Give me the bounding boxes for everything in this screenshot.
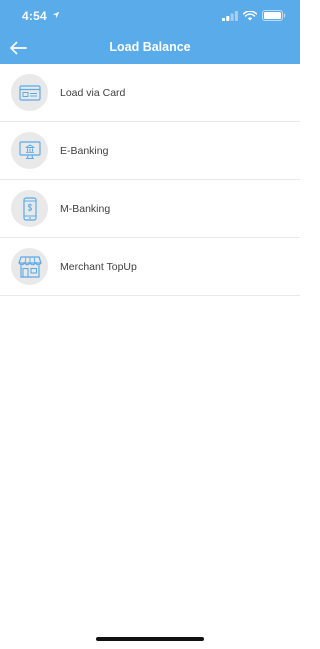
battery-icon: [262, 10, 286, 21]
load-options-list: Load via Card E-Banking M-Banking Mercha…: [0, 64, 300, 296]
status-indicators: [222, 10, 286, 21]
icon-circle: [11, 190, 48, 227]
app-header: 4:54 Load Balance: [0, 0, 300, 64]
storefront-icon: [17, 255, 42, 278]
status-time: 4:54: [22, 9, 47, 23]
icon-circle: [11, 248, 48, 285]
list-item-label: Merchant TopUp: [60, 260, 137, 273]
home-indicator[interactable]: [96, 637, 204, 641]
list-item-label: M-Banking: [60, 202, 111, 215]
list-item-e-banking[interactable]: E-Banking: [0, 122, 300, 180]
list-item-load-via-card[interactable]: Load via Card: [0, 64, 300, 122]
list-item-label: Load via Card: [60, 86, 126, 99]
computer-bank-icon: [18, 140, 41, 159]
credit-card-icon: [18, 84, 41, 101]
list-item-label: E-Banking: [60, 144, 109, 157]
location-arrow-icon: [52, 11, 60, 19]
list-item-m-banking[interactable]: M-Banking: [0, 180, 300, 238]
list-item-merchant-topup[interactable]: Merchant TopUp: [0, 238, 300, 296]
cellular-signal-icon: [222, 10, 238, 21]
nav-bar: Load Balance: [0, 32, 300, 64]
status-bar: 4:54: [0, 0, 300, 30]
page-title: Load Balance: [109, 40, 191, 54]
mobile-phone-icon: [22, 196, 37, 221]
wifi-icon: [243, 10, 257, 20]
icon-circle: [11, 132, 48, 169]
icon-circle: [11, 74, 48, 111]
